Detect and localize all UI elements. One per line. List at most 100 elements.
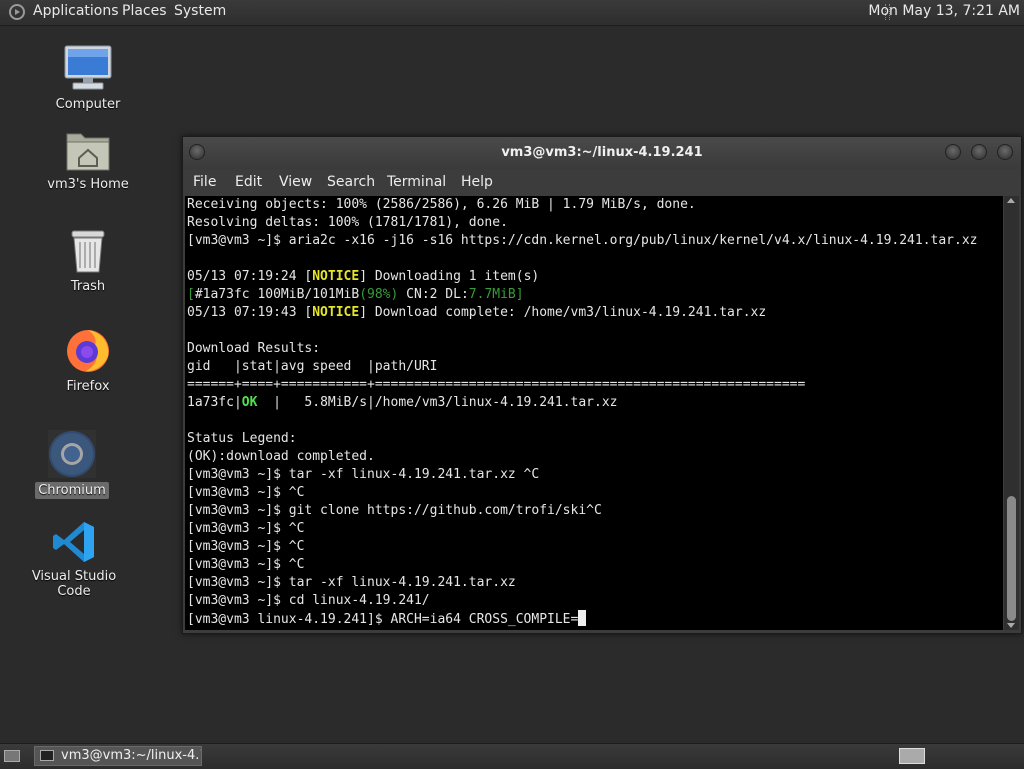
terminal-line: [vm3@vm3 ~]$ ^C xyxy=(185,556,1003,574)
terminal-text: [vm3@vm3 ~]$ aria2c -x16 -j16 -s16 https… xyxy=(187,233,978,248)
terminal-text: Receiving objects: 100% (2586/2586), 6.2… xyxy=(187,197,696,212)
menu-file[interactable]: File xyxy=(193,174,216,190)
desktop-icon-computer[interactable]: Computer xyxy=(28,44,148,113)
terminal-line: 05/13 07:19:24 [NOTICE] Downloading 1 it… xyxy=(185,268,1003,286)
terminal-text: ] Download complete: /home/vm3/linux-4.1… xyxy=(359,305,767,320)
terminal-line: [vm3@vm3 ~]$ tar -xf linux-4.19.241.tar.… xyxy=(185,574,1003,592)
terminal-menubar: File Edit View Search Terminal Help xyxy=(183,169,1021,195)
bottom-panel: vm3@vm3:~/linux-4.19.241 xyxy=(0,743,1024,769)
terminal-text: NOTICE xyxy=(312,269,360,284)
terminal-text: CN:2 DL: xyxy=(398,287,469,302)
terminal-text: ] Downloading 1 item(s) xyxy=(359,269,540,284)
workspace-switcher[interactable] xyxy=(899,748,925,764)
applications-menu[interactable]: Applications xyxy=(33,3,119,19)
terminal-text: OK xyxy=(241,395,258,410)
terminal-text: [ xyxy=(187,287,195,302)
terminal-text: ] xyxy=(515,287,524,302)
menu-view[interactable]: View xyxy=(279,174,312,190)
terminal-scrollbar[interactable] xyxy=(1004,196,1019,630)
terminal-text: [vm3@vm3 ~]$ tar -xf linux-4.19.241.tar.… xyxy=(187,467,540,482)
scroll-up-arrow-icon[interactable] xyxy=(1007,198,1015,203)
places-menu[interactable]: Places xyxy=(122,3,167,19)
desktop-icon-label: Visual Studio Code xyxy=(31,569,117,599)
terminal-window[interactable]: vm3@vm3:~/linux-4.19.241 File Edit View … xyxy=(182,136,1022,634)
desktop-icon-label: Firefox xyxy=(66,379,110,394)
trash-icon xyxy=(68,228,108,274)
window-titlebar[interactable]: vm3@vm3:~/linux-4.19.241 xyxy=(183,137,1021,169)
menu-help[interactable]: Help xyxy=(461,174,493,190)
computer-icon xyxy=(63,44,113,92)
terminal-text: [vm3@vm3 ~]$ ^C xyxy=(187,557,305,572)
chromium-icon xyxy=(48,430,96,478)
terminal-text: Status Legend: xyxy=(187,431,297,446)
terminal-line: [vm3@vm3 ~]$ tar -xf linux-4.19.241.tar.… xyxy=(185,466,1003,484)
terminal-line: [vm3@vm3 ~]$ aria2c -x16 -j16 -s16 https… xyxy=(185,232,1003,250)
desktop-icon-label: Trash xyxy=(70,279,106,294)
system-menu[interactable]: System xyxy=(174,3,226,19)
terminal-text: 7.7MiB xyxy=(468,287,516,302)
desktop-icon-label: vm3's Home xyxy=(47,177,129,192)
clock[interactable]: Mon May 13, 7:21 AM xyxy=(868,3,1020,19)
terminal-text: 1a73fc| xyxy=(187,395,242,410)
vscode-icon xyxy=(52,520,96,564)
terminal-line: 1a73fc|OK | 5.8MiB/s|/home/vm3/linux-4.1… xyxy=(185,394,1003,412)
maximize-button[interactable] xyxy=(971,144,987,160)
terminal-text: | 5.8MiB/s|/home/vm3/linux-4.19.241.tar.… xyxy=(257,395,618,410)
minimize-button[interactable] xyxy=(945,144,961,160)
home-folder-icon xyxy=(65,128,111,172)
terminal-line: [#1a73fc 100MiB/101MiB(98%) CN:2 DL:7.7M… xyxy=(185,286,1003,304)
firefox-icon xyxy=(64,326,112,374)
terminal-icon xyxy=(40,750,54,761)
desktop-icon-label: Chromium xyxy=(35,482,109,499)
terminal-line: gid |stat|avg speed |path/URI xyxy=(185,358,1003,376)
menu-terminal[interactable]: Terminal xyxy=(387,174,446,190)
taskbar-button-terminal[interactable]: vm3@vm3:~/linux-4.19.241 xyxy=(34,746,202,766)
terminal-text: #1a73fc 100MiB/101MiB xyxy=(194,287,360,302)
terminal-line: 05/13 07:19:43 [NOTICE] Download complet… xyxy=(185,304,1003,322)
terminal-line: (OK):download completed. xyxy=(185,448,1003,466)
terminal-text: [vm3@vm3 ~]$ ^C xyxy=(187,485,305,500)
scroll-down-arrow-icon[interactable] xyxy=(1007,623,1015,628)
terminal-line: [vm3@vm3 ~]$ ^C xyxy=(185,538,1003,556)
terminal-text: 05/13 07:19:43 [ xyxy=(187,305,313,320)
terminal-text: [vm3@vm3 ~]$ cd linux-4.19.241/ xyxy=(187,593,430,608)
terminal-text: (98%) xyxy=(359,287,399,302)
terminal-text: Resolving deltas: 100% (1781/1781), done… xyxy=(187,215,508,230)
terminal-line: Download Results: xyxy=(185,340,1003,358)
taskbar-button-label: vm3@vm3:~/linux-4.19.241 xyxy=(61,748,201,763)
top-panel: Applications Places System Mon May 13, 7… xyxy=(0,0,1024,26)
terminal-text: [vm3@vm3 linux-4.19.241]$ ARCH=ia64 CROS… xyxy=(187,612,579,627)
desktop-icon-home[interactable]: vm3's Home xyxy=(28,128,148,193)
terminal-text: ======+====+===========+================… xyxy=(187,377,806,392)
terminal-line: [vm3@vm3 ~]$ ^C xyxy=(185,484,1003,502)
terminal-line: ======+====+===========+================… xyxy=(185,376,1003,394)
text-cursor xyxy=(578,610,587,626)
terminal-text: 05/13 07:19:24 [ xyxy=(187,269,313,284)
terminal-output[interactable]: Receiving objects: 100% (2586/2586), 6.2… xyxy=(185,196,1003,630)
close-button[interactable] xyxy=(997,144,1013,160)
distro-logo-icon[interactable] xyxy=(9,4,25,20)
show-desktop-icon[interactable] xyxy=(4,750,20,762)
desktop-icon-label: Computer xyxy=(55,97,121,112)
terminal-text: Download Results: xyxy=(187,341,321,356)
terminal-line: [vm3@vm3 ~]$ cd linux-4.19.241/ xyxy=(185,592,1003,610)
terminal-text: [vm3@vm3 ~]$ ^C xyxy=(187,521,305,536)
desktop-icon-trash[interactable]: Trash xyxy=(28,228,148,295)
menu-edit[interactable]: Edit xyxy=(235,174,262,190)
terminal-line: [vm3@vm3 linux-4.19.241]$ ARCH=ia64 CROS… xyxy=(185,610,1003,628)
terminal-text: gid |stat|avg speed |path/URI xyxy=(187,359,438,374)
terminal-line: [vm3@vm3 ~]$ ^C xyxy=(185,520,1003,538)
scrollbar-thumb[interactable] xyxy=(1007,496,1016,621)
terminal-text: [vm3@vm3 ~]$ ^C xyxy=(187,539,305,554)
desktop-icon-chromium[interactable]: Chromium xyxy=(12,430,132,499)
terminal-text: [vm3@vm3 ~]$ tar -xf linux-4.19.241.tar.… xyxy=(187,575,516,590)
menu-search[interactable]: Search xyxy=(327,174,375,190)
terminal-line: Resolving deltas: 100% (1781/1781), done… xyxy=(185,214,1003,232)
desktop-icon-firefox[interactable]: Firefox xyxy=(28,326,148,395)
terminal-line: [vm3@vm3 ~]$ git clone https://github.co… xyxy=(185,502,1003,520)
desktop-icon-vscode[interactable]: Visual Studio Code xyxy=(14,520,134,600)
terminal-line: Status Legend: xyxy=(185,430,1003,448)
terminal-text: [vm3@vm3 ~]$ git clone https://github.co… xyxy=(187,503,602,518)
